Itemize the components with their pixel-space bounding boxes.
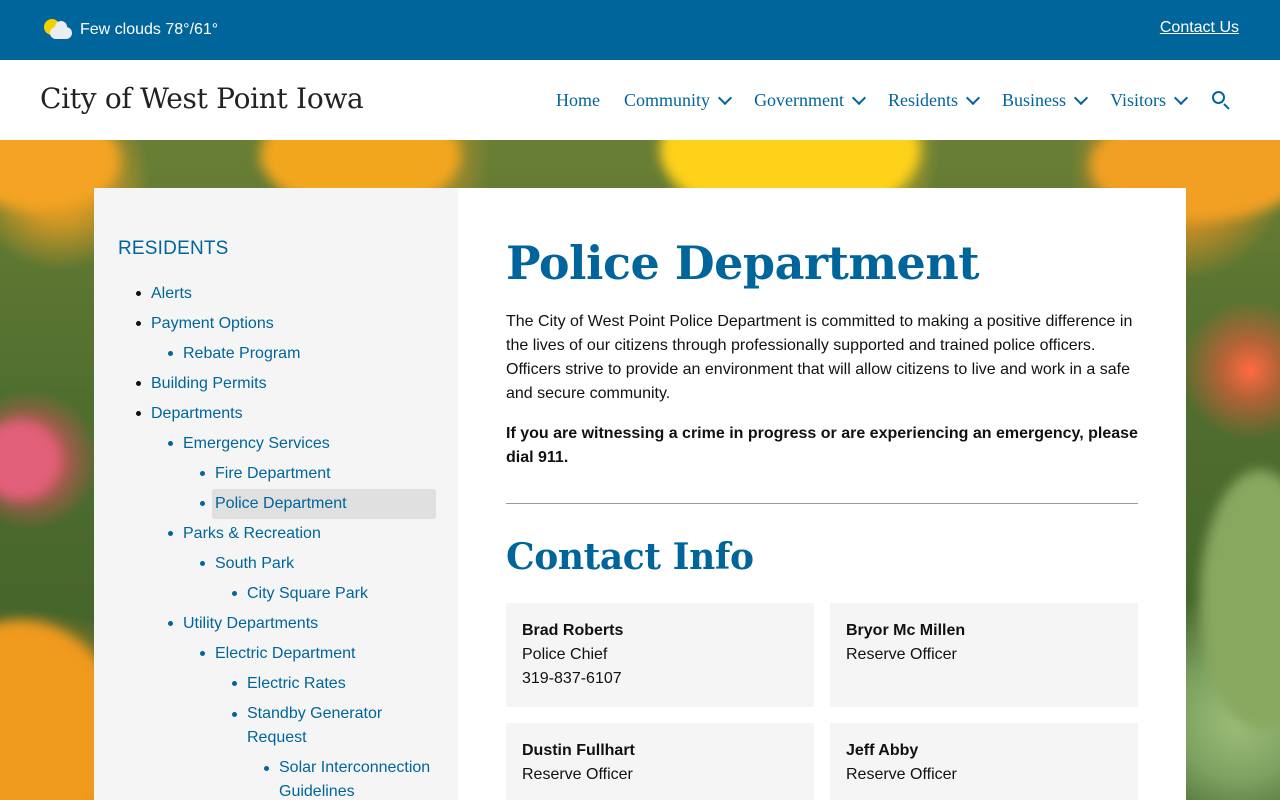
sidebar-item-label: Solar Interconnection Guidelines: [279, 759, 431, 800]
nav-item-government[interactable]: Government: [754, 89, 867, 111]
sidebar-item-parks-recreation[interactable]: Parks & Recreation: [168, 519, 321, 549]
nav-item-label: Business: [1002, 89, 1067, 110]
sidebar-item-solar-interconnection-guidelines[interactable]: Solar Interconnection Guidelines: [264, 756, 449, 800]
sidebar-item-building-permits[interactable]: Building Permits: [136, 369, 267, 399]
contact-name: Brad Roberts: [522, 622, 624, 639]
contact-name: Jeff Abby: [846, 742, 919, 759]
contact-card: Dustin Fullhart Reserve Officer: [506, 723, 814, 800]
contact-card: Jeff Abby Reserve Officer: [830, 723, 1138, 800]
divider: [506, 503, 1138, 504]
sidebar-item-label: Payment Options: [151, 315, 274, 332]
sidebar-item-rebate-program[interactable]: Rebate Program: [168, 339, 301, 369]
contact-us-link[interactable]: Contact Us: [1160, 19, 1239, 37]
chevron-down-icon: [1173, 90, 1189, 105]
sidebar-item-electric-department[interactable]: Electric Department: [200, 639, 356, 669]
sidebar-item-label: Fire Department: [215, 465, 331, 482]
page-title: Police Department: [506, 236, 980, 290]
sidebar-item-fire-department[interactable]: Fire Department: [200, 459, 331, 489]
contact-phone[interactable]: 319-837-6107: [522, 667, 798, 691]
sidebar-item-label: Emergency Services: [183, 435, 330, 452]
contact-card: Bryor Mc Millen Reserve Officer: [830, 603, 1138, 707]
sidebar-item-label: Police Department: [215, 495, 347, 512]
chevron-down-icon: [717, 90, 733, 105]
weather-text: Few clouds 78°/61°: [80, 21, 219, 38]
nav-item-residents[interactable]: Residents: [888, 89, 981, 111]
search-icon[interactable]: [1212, 91, 1230, 110]
sidebar-item-standby-generator-request[interactable]: Standby Generator Request: [232, 702, 417, 752]
main-nav: Home Community Government Residents Busi…: [556, 86, 1230, 114]
contact-role: Reserve Officer: [846, 766, 957, 783]
nav-item-label: Home: [556, 89, 601, 110]
sidebar-item-label: Departments: [151, 405, 243, 422]
sidebar-item-emergency-services[interactable]: Emergency Services: [168, 429, 330, 459]
sidebar-item-city-square-park[interactable]: City Square Park: [232, 579, 368, 609]
sidebar-item-label: Parks & Recreation: [183, 525, 321, 542]
sidebar-item-electric-rates[interactable]: Electric Rates: [232, 669, 346, 699]
nav-item-label: Visitors: [1110, 89, 1166, 110]
nav-item-label: Government: [754, 89, 845, 110]
site-title[interactable]: City of West Point Iowa: [40, 82, 364, 115]
sidebar-item-police-department[interactable]: Police Department: [200, 489, 436, 519]
nav-item-home[interactable]: Home: [556, 90, 600, 111]
chevron-down-icon: [965, 90, 981, 105]
main-content: Police Department The City of West Point…: [506, 188, 1138, 800]
nav-item-label: Community: [624, 89, 711, 110]
content-panel: RESIDENTS Alerts Payment Options Rebate …: [94, 188, 1186, 800]
sidebar-item-label: Building Permits: [151, 375, 267, 392]
sidebar-item-label: Electric Department: [215, 645, 356, 662]
sidebar-item-label: Standby Generator Request: [247, 705, 383, 746]
nav-item-community[interactable]: Community: [624, 89, 733, 111]
sidebar: RESIDENTS Alerts Payment Options Rebate …: [94, 188, 458, 800]
sidebar-item-label: Electric Rates: [247, 675, 346, 692]
sidebar-item-payment-options[interactable]: Payment Options: [136, 309, 274, 339]
sidebar-item-label: Utility Departments: [183, 615, 319, 632]
sidebar-item-label: City Square Park: [247, 585, 368, 602]
weather-partly-cloudy-icon: [44, 19, 72, 41]
contact-info-heading: Contact Info: [506, 536, 754, 578]
contact-role: Reserve Officer: [846, 646, 957, 663]
top-bar: Few clouds 78°/61° Contact Us: [0, 0, 1280, 60]
nav-item-business[interactable]: Business: [1002, 89, 1089, 111]
contact-name: Bryor Mc Millen: [846, 622, 966, 639]
contact-card: Brad Roberts Police Chief 319-837-6107: [506, 603, 814, 707]
contact-name: Dustin Fullhart: [522, 742, 635, 759]
sidebar-item-utility-departments[interactable]: Utility Departments: [168, 609, 319, 639]
sidebar-item-south-park[interactable]: South Park: [200, 549, 295, 579]
sidebar-item-alerts[interactable]: Alerts: [136, 279, 192, 309]
sidebar-item-departments[interactable]: Departments: [136, 399, 243, 429]
chevron-down-icon: [851, 90, 867, 105]
emergency-notice: If you are witnessing a crime in progres…: [506, 425, 1138, 466]
site-header: City of West Point Iowa Home Community G…: [0, 60, 1280, 140]
nav-item-label: Residents: [888, 89, 959, 110]
contact-role: Police Chief: [522, 646, 608, 663]
contact-role: Reserve Officer: [522, 766, 633, 783]
nav-item-visitors[interactable]: Visitors: [1110, 89, 1189, 111]
sidebar-item-label: South Park: [215, 555, 295, 572]
chevron-down-icon: [1073, 90, 1089, 105]
sidebar-title: RESIDENTS: [118, 238, 229, 259]
weather-widget: Few clouds 78°/61°: [44, 18, 218, 42]
intro-paragraph: The City of West Point Police Department…: [506, 313, 1133, 402]
sidebar-item-label: Alerts: [151, 285, 192, 302]
sidebar-item-label: Rebate Program: [183, 345, 301, 362]
